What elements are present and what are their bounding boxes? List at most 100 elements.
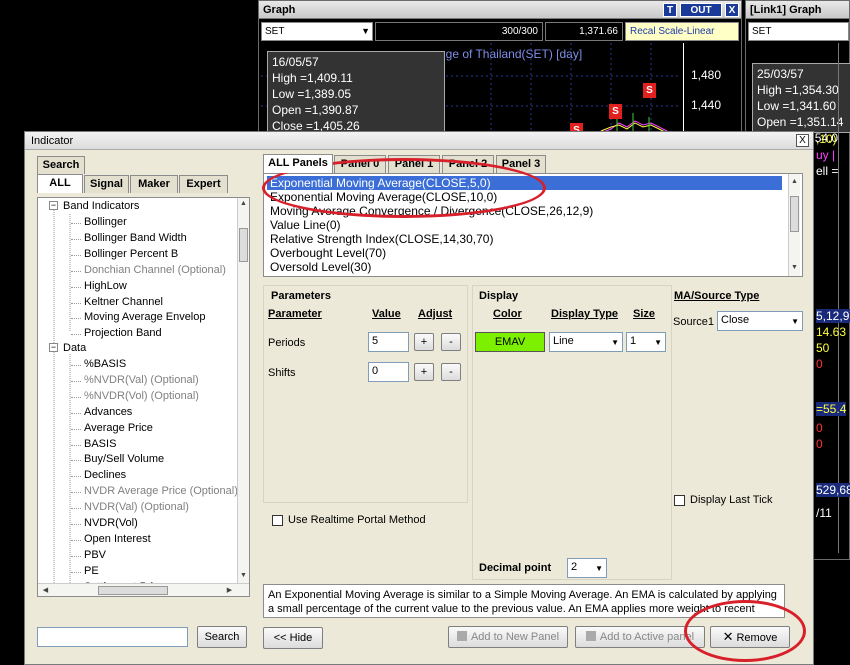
- tree-connector: [71, 555, 81, 557]
- add-active-panel-label: Add to Active panel: [599, 631, 695, 643]
- search-button[interactable]: Search: [197, 626, 247, 648]
- tree-item[interactable]: %BASIS: [71, 358, 126, 370]
- tree-item[interactable]: NVDR(Val) (Optional): [71, 501, 189, 513]
- collapse-icon[interactable]: −: [49, 201, 58, 210]
- scroll-down-icon[interactable]: ▼: [789, 262, 800, 274]
- scroll-thumb[interactable]: [239, 228, 248, 262]
- tree-item[interactable]: Open Interest: [71, 533, 151, 545]
- panel-label: 0: [816, 421, 823, 435]
- graph-close-button[interactable]: X: [725, 3, 739, 17]
- search-input[interactable]: [37, 627, 188, 647]
- tree-hscrollbar[interactable]: ◀ ▶: [38, 583, 249, 596]
- graph-out-button[interactable]: OUT: [680, 3, 722, 17]
- display-type-select[interactable]: Line ▼: [549, 332, 623, 352]
- tab-search[interactable]: Search: [37, 156, 85, 174]
- indicator-list-item[interactable]: Oversold Level(30): [270, 260, 371, 274]
- tab-maker[interactable]: Maker: [130, 175, 178, 193]
- panel-label: 50: [816, 341, 830, 355]
- tree-item[interactable]: Projection Band: [71, 327, 162, 339]
- realtime-portal-checkbox[interactable]: [272, 515, 283, 526]
- size-value: 1: [630, 335, 637, 347]
- tree-connector: [71, 508, 81, 510]
- tree-item[interactable]: Moving Average Envelop: [71, 311, 206, 323]
- tree-group-data[interactable]: Data: [63, 342, 86, 354]
- linked-symbol-select[interactable]: SET: [748, 22, 849, 41]
- indicator-list-item[interactable]: Relative Strength Index(CLOSE,14,30,70): [270, 232, 493, 246]
- source-type-title: MA/Source Type: [674, 290, 760, 302]
- tree-item[interactable]: Keltner Channel: [71, 296, 163, 308]
- tree-connector: [71, 396, 81, 398]
- shifts-minus-button[interactable]: -: [441, 363, 461, 381]
- periods-minus-button[interactable]: -: [441, 333, 461, 351]
- scroll-thumb[interactable]: [790, 196, 799, 232]
- symbol-select[interactable]: SET ▼: [261, 22, 373, 41]
- tree-scrollbar[interactable]: ▲ ▼: [237, 198, 249, 583]
- tree-connector: [71, 460, 81, 462]
- display-last-tick-label: Display Last Tick: [690, 494, 773, 506]
- scroll-thumb[interactable]: [98, 586, 168, 595]
- line-color-swatch[interactable]: EMAV: [475, 332, 545, 352]
- shifts-input[interactable]: 0: [368, 362, 409, 382]
- tree-item[interactable]: Donchian Channel (Optional): [71, 264, 226, 276]
- tree-item[interactable]: %NVDR(Val) (Optional): [71, 374, 199, 386]
- add-to-new-panel-button[interactable]: Add to New Panel: [448, 626, 568, 648]
- indicator-list-item[interactable]: Overbought Level(70): [270, 246, 386, 260]
- tree-connector: [71, 539, 81, 541]
- tree-item[interactable]: Bollinger Band Width: [71, 232, 187, 244]
- periods-input[interactable]: 5: [368, 332, 409, 352]
- param-periods-label: Periods: [268, 337, 306, 349]
- tree-item[interactable]: %NVDR(Vol) (Optional): [71, 390, 199, 402]
- tree-connector: [71, 254, 81, 256]
- highlight-ring-remove-button: [684, 600, 806, 662]
- tree-connector: [71, 334, 81, 336]
- ohlc-open: Open =1,390.87: [272, 103, 359, 117]
- tab-signal[interactable]: Signal: [84, 175, 129, 193]
- tree-item[interactable]: PBV: [71, 549, 106, 561]
- tree-item[interactable]: Bollinger Percent B: [71, 248, 178, 260]
- tree-item[interactable]: PE: [71, 565, 99, 577]
- tree-group-band-indicators[interactable]: Band Indicators: [63, 200, 139, 212]
- recal-scale-button[interactable]: Recal Scale-Linear: [625, 22, 739, 41]
- hide-button[interactable]: << Hide: [263, 627, 323, 649]
- tree-item[interactable]: Buy/Sell Volume: [71, 453, 164, 465]
- tree-item[interactable]: Bollinger: [71, 216, 127, 228]
- scroll-right-icon[interactable]: ▶: [224, 585, 235, 596]
- tree-item[interactable]: NVDR Average Price (Optional): [71, 485, 238, 497]
- scroll-down-icon[interactable]: ▼: [238, 570, 249, 582]
- ohlc-high: High =1,354.30: [757, 83, 839, 97]
- tree-item[interactable]: NVDR(Vol): [71, 517, 138, 529]
- tree-connector: [71, 238, 81, 240]
- graph-t-button[interactable]: T: [663, 3, 677, 17]
- indicator-list-item[interactable]: Value Line(0): [270, 218, 341, 232]
- tab-all[interactable]: ALL: [37, 174, 83, 193]
- tree-item[interactable]: Declines: [71, 469, 126, 481]
- tree-connector: [71, 492, 81, 494]
- tree-item[interactable]: HighLow: [71, 280, 127, 292]
- axis-tick: 1,440: [691, 98, 722, 112]
- panel-label: 5,12,9): [816, 309, 850, 323]
- close-icon[interactable]: X: [796, 134, 809, 147]
- add-new-panel-label: Add to New Panel: [470, 631, 560, 643]
- tree-item[interactable]: BASIS: [71, 438, 116, 450]
- size-select[interactable]: 1 ▼: [626, 332, 666, 352]
- scroll-left-icon[interactable]: ◀: [40, 585, 51, 596]
- tree-item[interactable]: Average Price: [71, 422, 153, 434]
- periods-plus-button[interactable]: +: [414, 333, 434, 351]
- display-last-tick-checkbox[interactable]: [674, 495, 685, 506]
- scroll-up-icon[interactable]: ▲: [789, 176, 800, 188]
- price-axis: [683, 43, 684, 133]
- list-scrollbar[interactable]: ▲ ▼: [788, 174, 800, 276]
- decimal-point-value: 2: [571, 561, 578, 573]
- panel-label: 529,68: [816, 483, 850, 497]
- source-select[interactable]: Close ▼: [717, 311, 803, 331]
- panel-label: =55.4: [816, 402, 847, 416]
- scroll-up-icon[interactable]: ▲: [238, 198, 249, 210]
- tab-expert[interactable]: Expert: [179, 175, 228, 193]
- bar-counter: 300/300: [375, 22, 543, 41]
- collapse-icon[interactable]: −: [49, 343, 58, 352]
- tab-all-panels[interactable]: ALL Panels: [263, 154, 333, 173]
- shifts-plus-button[interactable]: +: [414, 363, 434, 381]
- tree-item[interactable]: Advances: [71, 406, 132, 418]
- decimal-point-select[interactable]: 2 ▼: [567, 558, 607, 578]
- tree-connector: [71, 524, 81, 525]
